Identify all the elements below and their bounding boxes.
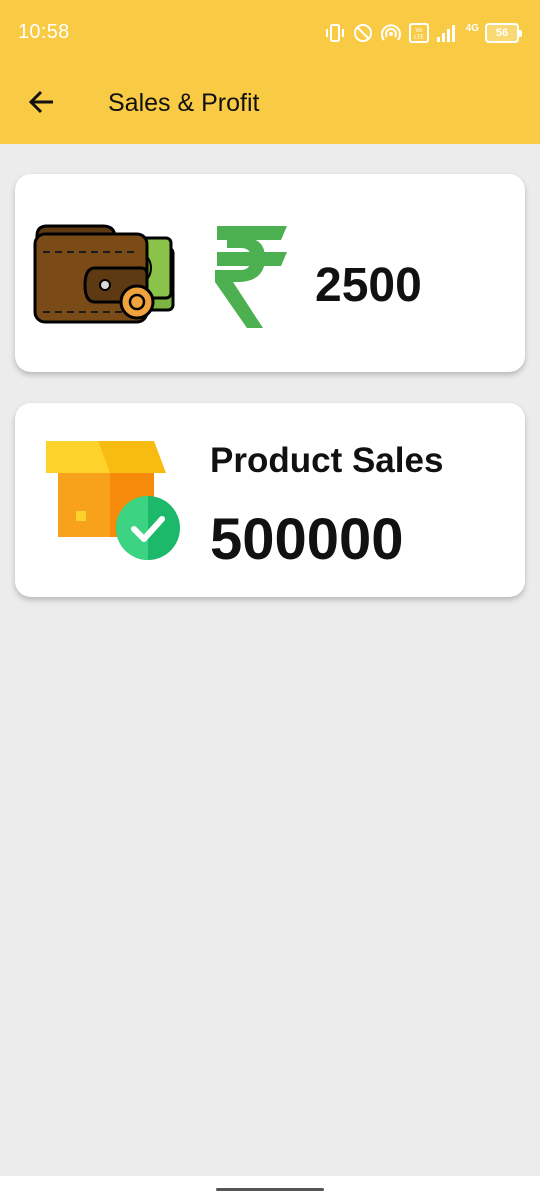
home-indicator[interactable] [216, 1188, 324, 1191]
sales-value: 500000 [210, 507, 404, 572]
status-time: 10:58 [18, 21, 70, 43]
status-bar: 10:58 Vo LTE 4G 56 [0, 0, 540, 66]
hotspot-icon [380, 22, 402, 44]
app-bar: Sales & Profit [0, 66, 540, 144]
do-not-disturb-icon [352, 22, 374, 44]
svg-text:LTE: LTE [414, 34, 424, 41]
navigation-bar [0, 1176, 540, 1200]
signal-icon [436, 22, 460, 44]
volte-icon: Vo LTE [408, 22, 430, 44]
network-type: 4G [465, 22, 479, 34]
battery-icon: 56 [485, 23, 522, 43]
profit-value: 2500 [315, 259, 422, 312]
box-check-icon [30, 439, 186, 572]
sales-label: Product Sales [210, 441, 444, 480]
sales-card[interactable]: Product Sales 500000 [15, 403, 525, 597]
rupee-icon [211, 224, 291, 339]
profit-card[interactable]: 2500 [15, 174, 525, 372]
svg-text:Vo: Vo [415, 27, 423, 34]
arrow-back-icon [28, 90, 53, 114]
page-title: Sales & Profit [108, 89, 260, 117]
wallet-icon [33, 224, 193, 329]
battery-tip [519, 29, 522, 37]
header: 10:58 Vo LTE 4G 56 Sales & Profit [0, 0, 540, 144]
status-icons: Vo LTE 4G 56 [324, 20, 522, 46]
battery-level: 56 [485, 23, 519, 43]
back-button[interactable] [22, 82, 62, 122]
vibrate-icon [324, 22, 346, 44]
